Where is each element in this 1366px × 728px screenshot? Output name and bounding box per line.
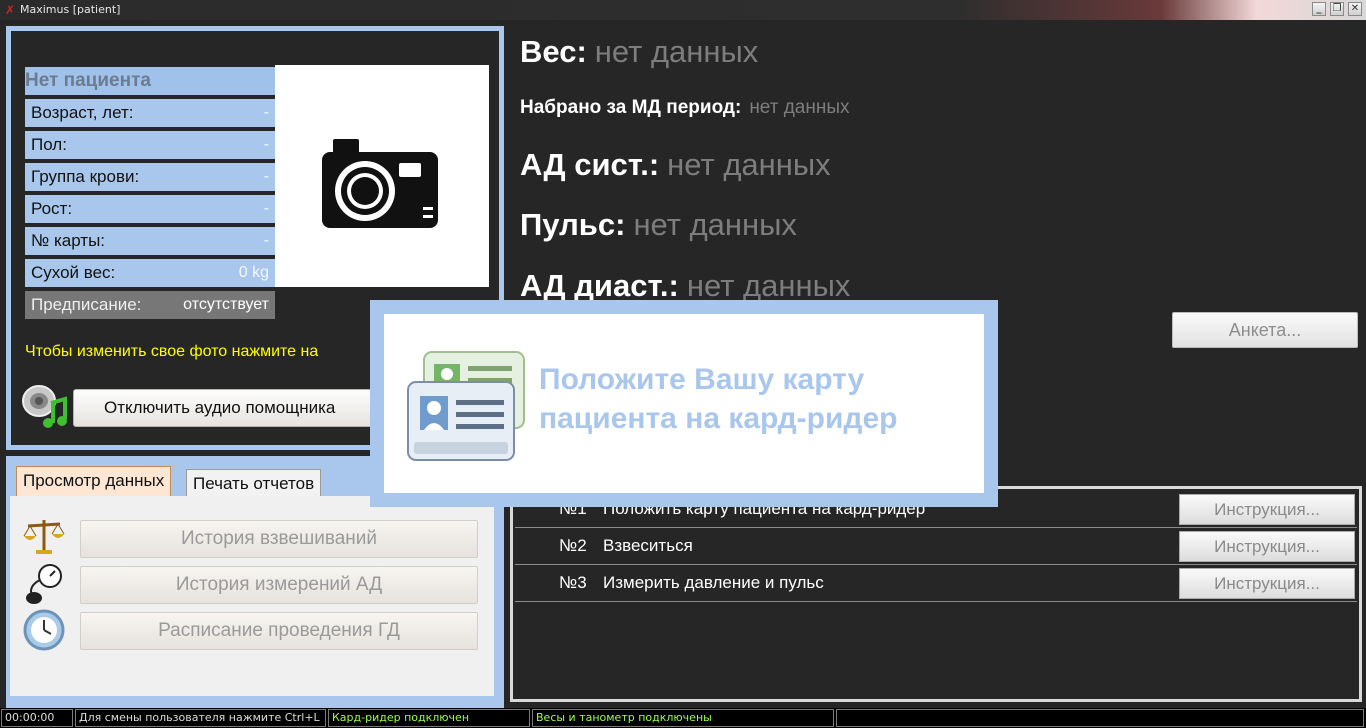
patient-name: Нет пациента bbox=[25, 67, 275, 95]
vital-pulse: Пульс: нет данных bbox=[520, 207, 797, 243]
speaker-music-icon bbox=[21, 383, 69, 431]
title-bar: ✗ Maximus [patient] _ ❐ ✕ bbox=[0, 0, 1366, 20]
instruction-button[interactable]: Инструкция... bbox=[1179, 531, 1355, 562]
app-window: ✗ Maximus [patient] _ ❐ ✕ Нет пациента В… bbox=[0, 0, 1366, 728]
field-label: Пол: bbox=[31, 135, 67, 154]
vital-bp-systolic: АД сист.: нет данных bbox=[520, 147, 831, 183]
status-empty bbox=[836, 709, 1364, 727]
instruction-button[interactable]: Инструкция... bbox=[1179, 568, 1355, 599]
vital-value: нет данных bbox=[667, 147, 831, 182]
field-label: Предписание: bbox=[31, 295, 142, 314]
app-logo-icon: ✗ bbox=[4, 3, 16, 17]
window-title: Maximus [patient] bbox=[20, 3, 121, 16]
vital-bp-diastolic: АД диаст.: нет данных bbox=[520, 268, 850, 304]
step-text: Измерить давление и пульс bbox=[603, 573, 824, 592]
field-blood-group: Группа крови: - bbox=[25, 163, 275, 191]
vital-label: АД диаст.: bbox=[520, 268, 679, 303]
card-reader-overlay: Положите Вашу карту пациента на кард-рид… bbox=[370, 300, 998, 507]
vital-label: АД сист.: bbox=[520, 147, 660, 182]
status-bar: 00:00:00 Для смены пользователя нажмите … bbox=[0, 708, 1366, 728]
vital-label: Набрано за МД период: bbox=[520, 97, 742, 118]
overlay-message: Положите Вашу карту пациента на кард-рид… bbox=[539, 360, 897, 438]
disable-audio-assistant-button[interactable]: Отключить аудио помощника bbox=[73, 389, 383, 427]
close-button[interactable]: ✕ bbox=[1348, 2, 1362, 16]
tab-view-data[interactable]: Просмотр данных bbox=[16, 466, 172, 496]
clock-icon bbox=[23, 609, 65, 651]
field-value: - bbox=[263, 168, 269, 185]
scales-icon bbox=[23, 520, 65, 554]
vital-label: Вес: bbox=[520, 34, 587, 69]
field-sex: Пол: - bbox=[25, 131, 275, 159]
vital-label: Пульс: bbox=[520, 207, 626, 242]
photo-hint: Чтобы изменить свое фото нажмите на bbox=[25, 343, 319, 360]
field-value: 0 kg bbox=[238, 264, 269, 281]
status-card-reader: Кард-ридер подключен bbox=[328, 709, 530, 727]
field-label: Рост: bbox=[31, 199, 73, 218]
patient-photo[interactable] bbox=[275, 65, 489, 287]
questionnaire-button[interactable]: Анкета... bbox=[1172, 312, 1358, 348]
field-height: Рост: - bbox=[25, 195, 275, 223]
overlay-line: пациента на кард-ридер bbox=[539, 402, 898, 435]
status-time: 00:00:00 bbox=[1, 709, 73, 727]
field-dry-weight: Сухой вес: 0 kg bbox=[25, 259, 275, 287]
id-cards-icon bbox=[407, 351, 525, 461]
restore-button[interactable]: ❐ bbox=[1330, 2, 1344, 16]
list-item: №3 Измерить давление и пульс Инструкция.… bbox=[515, 565, 1357, 602]
field-value: - bbox=[263, 136, 269, 153]
field-label: № карты: bbox=[31, 231, 106, 250]
overlay-line: Положите Вашу карту bbox=[539, 363, 865, 396]
weighing-history-button[interactable]: История взвешиваний bbox=[80, 520, 478, 558]
list-item: №2 Взвеситься Инструкция... bbox=[515, 528, 1357, 565]
field-label: Сухой вес: bbox=[31, 263, 116, 282]
vital-value: нет данных bbox=[749, 97, 850, 118]
vital-value: нет данных bbox=[633, 207, 797, 242]
field-label: Группа крови: bbox=[31, 167, 140, 186]
step-text: Взвеситься bbox=[603, 536, 693, 555]
overlay-content: Положите Вашу карту пациента на кард-рид… bbox=[384, 314, 984, 493]
camera-icon bbox=[322, 139, 438, 228]
steps-list: №1 Положить карту пациента на кард-ридер… bbox=[510, 486, 1362, 702]
tab-print-reports[interactable]: Печать отчетов bbox=[186, 469, 322, 496]
field-prescription: Предписание: отсутствует bbox=[25, 291, 275, 319]
vital-value: нет данных bbox=[594, 34, 759, 69]
tab-content: История взвешиваний История измерений АД… bbox=[10, 496, 494, 696]
bp-history-button[interactable]: История измерений АД bbox=[80, 566, 478, 604]
field-value: - bbox=[263, 232, 269, 249]
vital-weight: Вес: нет данных bbox=[520, 34, 758, 70]
status-hint: Для смены пользователя нажмите Ctrl+L bbox=[75, 709, 326, 727]
instruction-button[interactable]: Инструкция... bbox=[1179, 494, 1355, 525]
tonometer-icon bbox=[26, 564, 62, 604]
step-number: №2 bbox=[559, 536, 587, 555]
field-value: отсутствует bbox=[183, 296, 269, 313]
field-card-number: № карты: - bbox=[25, 227, 275, 255]
field-value: - bbox=[263, 200, 269, 217]
vital-gained: Набрано за МД период: нет данных bbox=[520, 97, 850, 119]
vital-value: нет данных bbox=[686, 268, 851, 303]
field-age: Возраст, лет: - bbox=[25, 99, 275, 127]
field-label: Возраст, лет: bbox=[31, 103, 134, 122]
field-value: - bbox=[263, 104, 269, 121]
hd-schedule-button[interactable]: Расписание проведения ГД bbox=[80, 612, 478, 650]
status-devices: Весы и танометр подключены bbox=[532, 709, 834, 727]
step-number: №3 bbox=[559, 573, 587, 592]
patient-info: Нет пациента Возраст, лет: - Пол: - Группа… bbox=[25, 67, 275, 323]
minimize-button[interactable]: _ bbox=[1312, 2, 1326, 16]
